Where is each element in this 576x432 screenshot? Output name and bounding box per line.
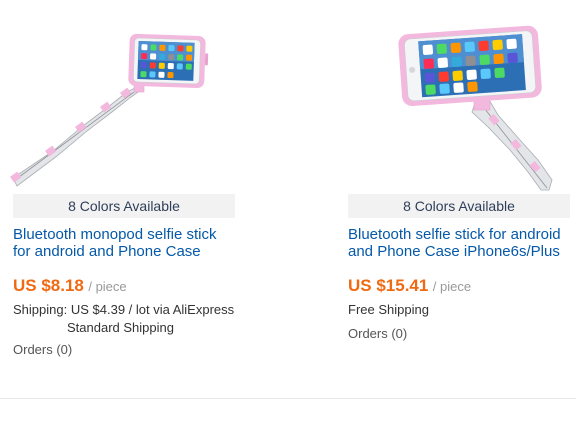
product-card: 8 Colors Available Bluetooth monopod sel… bbox=[10, 0, 235, 359]
shipping-method: Standard Shipping bbox=[67, 320, 174, 335]
product-title-line1: Bluetooth selfie stick for android bbox=[348, 226, 561, 243]
colors-available-label: 8 Colors Available bbox=[13, 194, 235, 218]
shipping-info: Free Shipping bbox=[348, 301, 570, 319]
product-title-line2: for android and Phone Case bbox=[13, 243, 201, 260]
product-title-link[interactable]: Bluetooth monopod selfie stick for andro… bbox=[13, 226, 243, 260]
price-row: US $8.18 / piece bbox=[13, 276, 235, 297]
product-card: 8 Colors Available Bluetooth selfie stic… bbox=[348, 0, 570, 343]
price-row: US $15.41 / piece bbox=[348, 276, 570, 297]
section-divider bbox=[0, 398, 576, 399]
shipping-cost: US $4.39 / lot via AliExpress bbox=[70, 302, 235, 317]
free-shipping-label: Free Shipping bbox=[348, 302, 429, 317]
product-image-selfie-stick[interactable] bbox=[10, 0, 235, 192]
product-price: US $8.18 bbox=[13, 276, 84, 295]
shipping-info: Shipping: US $4.39 / lot via AliExpress … bbox=[13, 301, 235, 337]
product-title-line1: Bluetooth monopod selfie stick bbox=[13, 226, 217, 243]
product-price: US $15.41 bbox=[348, 276, 429, 295]
colors-available-label: 8 Colors Available bbox=[348, 194, 570, 218]
orders-count-link[interactable]: Orders (0) bbox=[348, 325, 570, 343]
price-unit: / piece bbox=[88, 279, 127, 294]
product-title-line2: and Phone Case iPhone6s/Plus bbox=[348, 243, 560, 260]
price-unit: / piece bbox=[432, 279, 472, 294]
product-image-selfie-stick[interactable] bbox=[348, 0, 570, 192]
product-title-link[interactable]: Bluetooth selfie stick for android and P… bbox=[348, 226, 576, 260]
orders-count-link[interactable]: Orders (0) bbox=[13, 341, 235, 359]
shipping-label: Shipping: bbox=[13, 302, 68, 317]
